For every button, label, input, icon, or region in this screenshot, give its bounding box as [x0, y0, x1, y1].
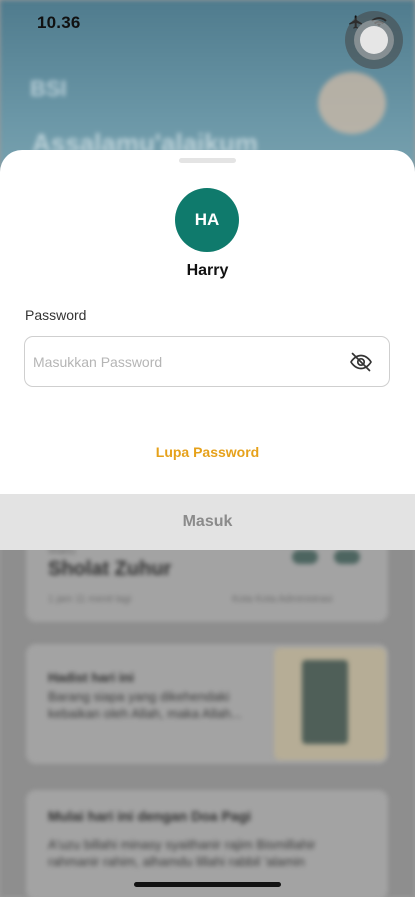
hadith-card-text: Barang siapa yang dikehendaki kebaikan o…	[48, 689, 242, 721]
assistive-touch-ring	[354, 20, 394, 60]
user-name: Harry	[186, 262, 229, 279]
login-sheet: HA Harry Password Lupa Password	[0, 150, 415, 550]
home-indicator	[134, 882, 281, 887]
eye-off-icon[interactable]	[349, 350, 373, 374]
status-time: 10.36	[37, 13, 81, 32]
avatar: HA	[175, 188, 239, 252]
assistive-touch-core	[360, 26, 388, 54]
morning-prayer-text: A'uzu billahi minasy syaithanir rajim Bi…	[48, 837, 316, 869]
password-label: Password	[25, 307, 87, 323]
password-input[interactable]	[33, 337, 333, 386]
login-button[interactable]: Masuk	[0, 494, 415, 550]
assistive-touch-button[interactable]	[345, 11, 403, 69]
prayer-card-decoration	[334, 550, 360, 564]
prayer-card-title: Sholat Zuhur	[48, 558, 172, 580]
morning-prayer-card: Mulai hari ini dengan Doa Pagi A'uzu bil…	[26, 790, 388, 897]
prayer-card-decoration	[292, 550, 318, 564]
bank-logo: BSI	[30, 76, 67, 101]
prayer-card-location: Kota Kota Administrasi	[232, 594, 333, 605]
sheet-drag-handle[interactable]	[179, 158, 236, 163]
password-field[interactable]	[24, 336, 390, 387]
prayer-card-countdown: 1 jam 11 menit lagi	[48, 594, 132, 605]
hadith-card-title: Hadist hari ini	[48, 670, 134, 685]
header-illustration	[318, 72, 386, 134]
morning-prayer-title: Mulai hari ini dengan Doa Pagi	[48, 808, 252, 824]
forgot-password-link[interactable]: Lupa Password	[0, 444, 415, 460]
book-illustration	[302, 660, 348, 744]
